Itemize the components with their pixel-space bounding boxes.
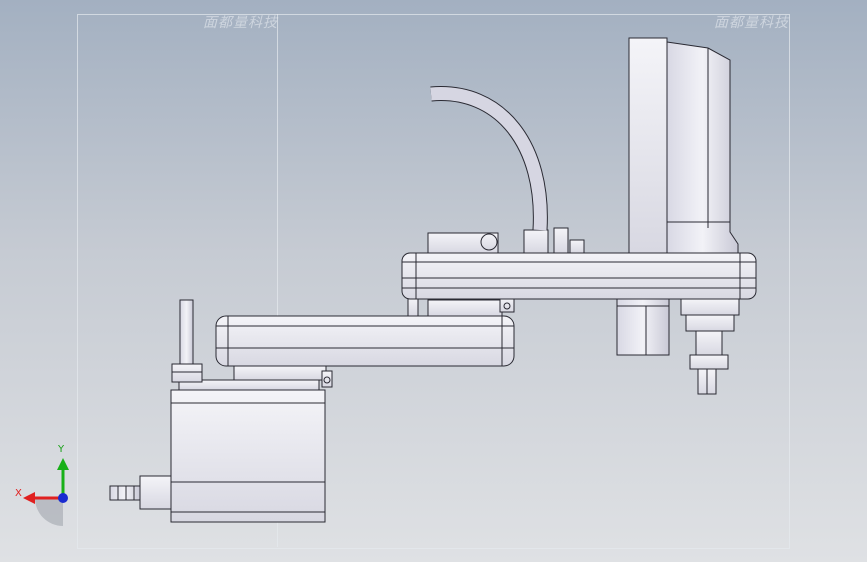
base-post xyxy=(171,299,203,383)
axis-triad xyxy=(23,458,69,526)
axis-label-x: X xyxy=(15,488,22,499)
cable-loop xyxy=(430,86,548,231)
ball-screw-spline xyxy=(680,298,740,395)
column-housing xyxy=(628,37,739,254)
arm-1 xyxy=(215,315,515,367)
robot-base xyxy=(170,379,326,523)
joint-2 xyxy=(407,297,515,317)
model-viewport[interactable]: 面都量科技 面都量科技 Y X xyxy=(0,0,867,562)
arm-2 xyxy=(401,252,757,300)
base-cable-connector xyxy=(109,475,172,510)
z-axis-motor xyxy=(616,298,670,356)
arm-2-top-parts xyxy=(427,227,585,254)
axis-label-y: Y xyxy=(58,444,65,455)
scara-robot-model[interactable] xyxy=(0,0,867,562)
